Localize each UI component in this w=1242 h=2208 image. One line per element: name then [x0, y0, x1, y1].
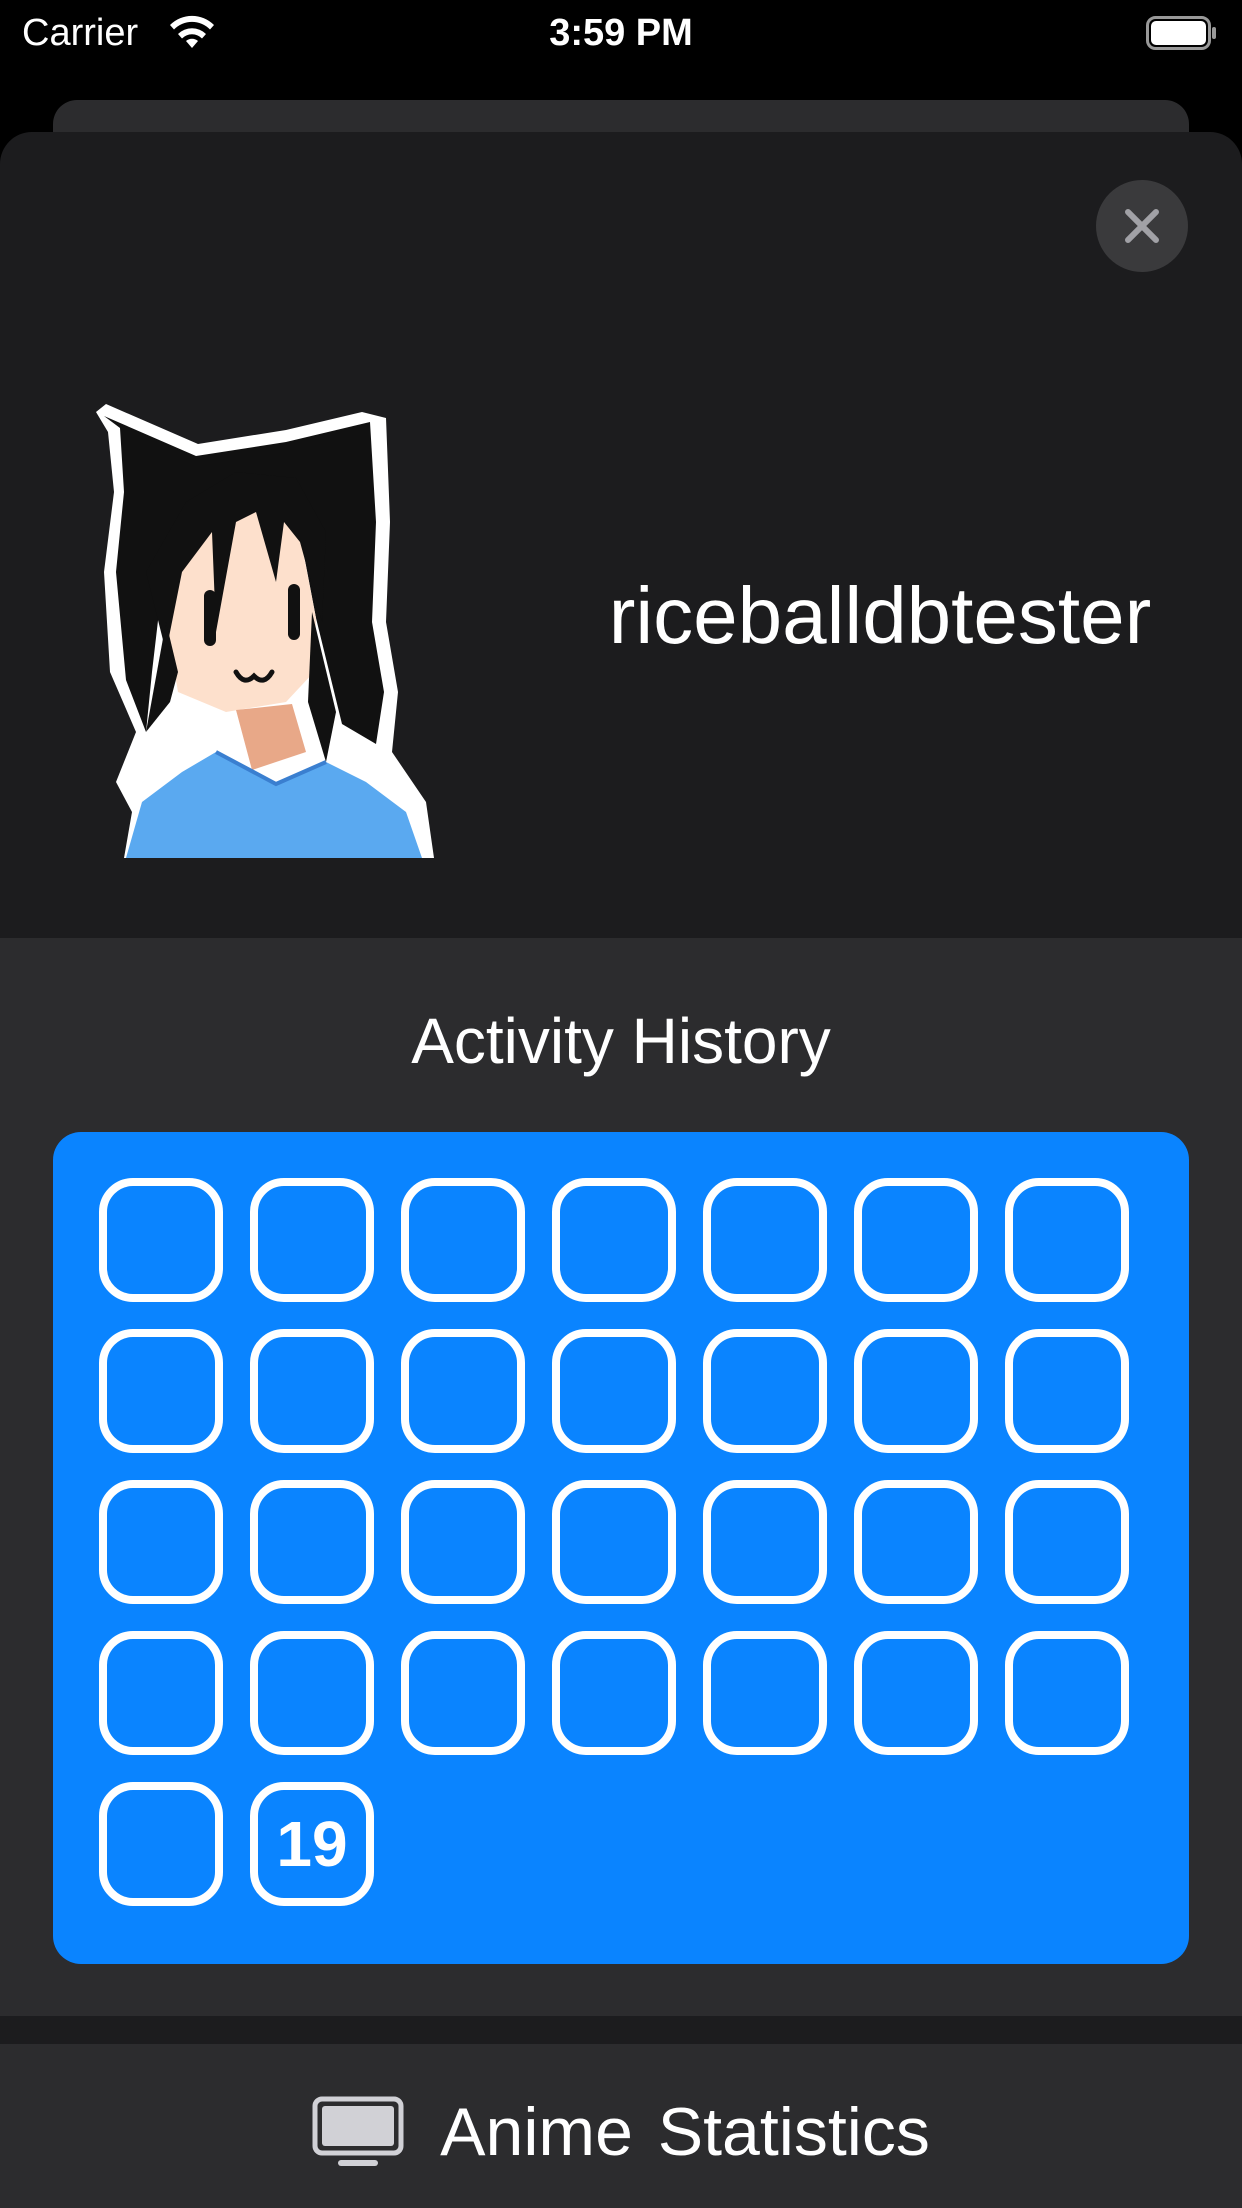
calendar-day-cell[interactable] — [1005, 1329, 1129, 1453]
username: riceballdbtester — [608, 571, 1152, 660]
calendar-day-cell[interactable] — [703, 1329, 827, 1453]
close-icon — [1125, 209, 1159, 243]
calendar-day-cell[interactable] — [854, 1178, 978, 1302]
calendar-day-cell[interactable] — [250, 1178, 374, 1302]
battery-icon — [1146, 16, 1216, 50]
calendar-day-cell[interactable] — [703, 1631, 827, 1755]
calendar-day-cell[interactable] — [99, 1480, 223, 1604]
calendar-day-cell[interactable] — [99, 1178, 223, 1302]
calendar-day-cell[interactable] — [99, 1782, 223, 1906]
calendar-day-cell[interactable] — [854, 1480, 978, 1604]
calendar-day-cell[interactable] — [552, 1480, 676, 1604]
calendar-day-cell[interactable] — [854, 1631, 978, 1755]
calendar-day-cell[interactable] — [1005, 1480, 1129, 1604]
calendar-day-cell[interactable] — [99, 1631, 223, 1755]
calendar-day-cell[interactable]: 19 — [250, 1782, 374, 1906]
calendar-day-cell[interactable] — [401, 1631, 525, 1755]
anime-statistics-row[interactable]: Anime Statistics — [0, 2044, 1242, 2208]
calendar-day-cell[interactable] — [552, 1178, 676, 1302]
calendar-day-cell[interactable] — [1005, 1178, 1129, 1302]
activity-history-title: Activity History — [411, 1005, 831, 1077]
tv-icon — [312, 2096, 404, 2166]
calendar-day-cell[interactable] — [854, 1329, 978, 1453]
section-divider — [0, 2016, 1242, 2044]
status-bar: Carrier 3:59 PM — [0, 0, 1242, 66]
calendar-day-cell[interactable] — [401, 1480, 525, 1604]
activity-history-section: Activity History 19 — [0, 938, 1242, 2016]
calendar-day-cell[interactable] — [99, 1329, 223, 1453]
calendar-day-cell[interactable] — [1005, 1631, 1129, 1755]
calendar-day-cell[interactable] — [250, 1480, 374, 1604]
calendar-day-cell[interactable] — [401, 1178, 525, 1302]
close-button[interactable] — [1096, 180, 1188, 272]
calendar-day-cell[interactable] — [552, 1631, 676, 1755]
calendar-day-cell[interactable] — [250, 1631, 374, 1755]
calendar-day-cell[interactable] — [703, 1178, 827, 1302]
calendar-day-cell[interactable] — [552, 1329, 676, 1453]
clock: 3:59 PM — [549, 12, 693, 54]
profile-sheet: riceballdbtester Activity History 19 Ani… — [0, 132, 1242, 2208]
screen: Carrier 3:59 PM riceballdbtester Activit… — [0, 0, 1242, 2208]
calendar-day-cell[interactable] — [401, 1329, 525, 1453]
activity-calendar: 19 — [53, 1132, 1189, 1964]
calendar-day-cell[interactable] — [703, 1480, 827, 1604]
avatar — [96, 404, 434, 858]
anime-statistics-label: Anime Statistics — [440, 2094, 930, 2170]
calendar-day-cell[interactable] — [250, 1329, 374, 1453]
anime-statistics-content: Anime Statistics — [0, 2092, 1242, 2172]
